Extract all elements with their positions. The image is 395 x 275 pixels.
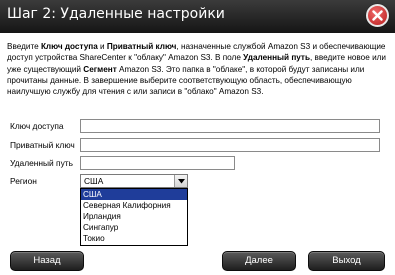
region-option-tokyo[interactable]: Токио bbox=[81, 233, 187, 244]
access-key-field[interactable] bbox=[80, 119, 380, 133]
close-button[interactable] bbox=[366, 4, 389, 27]
instructions-text: Введите Ключ доступа и Приватный ключ, н… bbox=[7, 42, 386, 97]
private-key-label: Приватный ключ bbox=[10, 140, 75, 150]
region-label: Регион bbox=[10, 176, 37, 186]
region-option-singapore[interactable]: Сингапур bbox=[81, 222, 187, 233]
region-selected-value: США bbox=[84, 176, 104, 186]
dialog-titlebar: Шаг 2: Удаленные настройки bbox=[0, 0, 395, 33]
remote-path-field[interactable] bbox=[80, 156, 235, 170]
region-dropdown-list: США Северная Калифорния Ирландия Сингапу… bbox=[80, 188, 188, 246]
region-select[interactable]: США bbox=[80, 174, 188, 188]
private-key-field[interactable] bbox=[80, 138, 380, 152]
back-button[interactable]: Назад bbox=[10, 251, 84, 271]
exit-button[interactable]: Выход bbox=[308, 251, 385, 271]
region-option-usa[interactable]: США bbox=[81, 189, 187, 200]
remote-path-label: Удаленный путь bbox=[10, 158, 73, 168]
next-button[interactable]: Далее bbox=[222, 251, 296, 271]
access-key-label: Ключ доступа bbox=[10, 121, 64, 131]
chevron-down-icon bbox=[178, 179, 185, 184]
region-option-north-california[interactable]: Северная Калифорния bbox=[81, 200, 187, 211]
region-dropdown-toggle[interactable] bbox=[174, 175, 187, 187]
close-icon bbox=[372, 10, 383, 21]
dialog-title: Шаг 2: Удаленные настройки bbox=[7, 6, 225, 22]
region-option-ireland[interactable]: Ирландия bbox=[81, 211, 187, 222]
